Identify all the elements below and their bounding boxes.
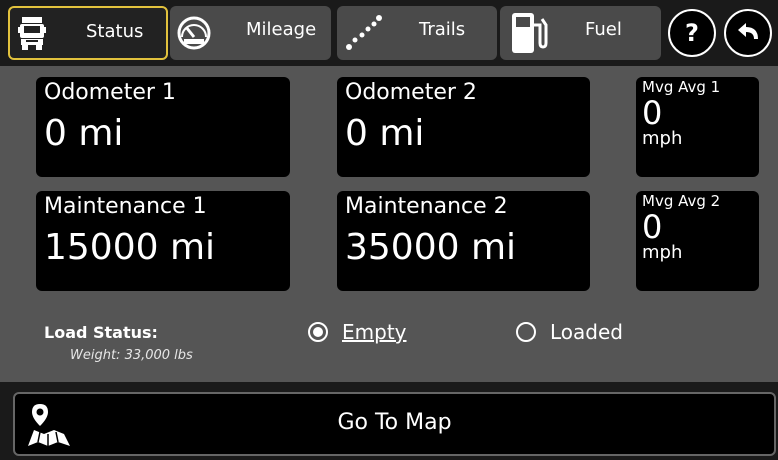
odometer-2-label: Odometer 2: [345, 80, 477, 105]
back-button[interactable]: [724, 9, 772, 57]
tab-bar: Status Mileage Trails Fuel ?: [0, 0, 778, 66]
back-arrow-icon: [738, 23, 758, 39]
radio-loaded-label[interactable]: Loaded: [550, 320, 623, 344]
radio-loaded[interactable]: Loaded: [516, 320, 623, 344]
tab-mileage-label: Mileage: [246, 19, 317, 40]
radio-loaded-indicator[interactable]: [516, 322, 536, 342]
moving-average-2-unit: mph: [642, 241, 683, 263]
odometer-1-label: Odometer 1: [44, 80, 176, 105]
moving-average-1-unit: mph: [642, 127, 683, 149]
help-button[interactable]: ?: [668, 9, 716, 57]
tab-trails-label: Trails: [419, 19, 466, 40]
maintenance-1-card: Maintenance 1 15000 mi: [36, 191, 290, 291]
go-to-map-button[interactable]: Go To Map: [13, 392, 776, 456]
fuel-pump-icon: [512, 13, 548, 53]
maintenance-1-value: 15000 mi: [44, 227, 216, 269]
radio-empty-indicator[interactable]: [308, 322, 328, 342]
odometer-1-card: Odometer 1 0 mi: [36, 77, 290, 177]
moving-average-2-value: 0: [642, 208, 663, 247]
odometer-1-value: 0 mi: [44, 113, 124, 155]
maintenance-2-card: Maintenance 2 35000 mi: [337, 191, 590, 291]
moving-average-1-card: Mvg Avg 1 0 mph: [636, 77, 759, 177]
moving-average-1-value: 0: [642, 94, 663, 133]
tab-fuel[interactable]: Fuel: [500, 6, 661, 60]
tab-trails[interactable]: Trails: [337, 6, 497, 60]
tab-status-label: Status: [86, 21, 144, 42]
help-icon: ?: [685, 19, 699, 47]
load-weight: Weight: 33,000 lbs: [70, 348, 193, 363]
tab-fuel-label: Fuel: [585, 19, 622, 40]
tab-mileage[interactable]: Mileage: [170, 6, 331, 60]
odometer-2-value: 0 mi: [345, 113, 425, 155]
tab-status[interactable]: Status: [8, 6, 168, 60]
radio-empty-label[interactable]: Empty: [342, 320, 407, 344]
maintenance-2-label: Maintenance 2: [345, 194, 508, 219]
trail-dots-icon: [346, 15, 382, 50]
radio-empty[interactable]: Empty: [308, 320, 407, 344]
speedometer-icon: [177, 16, 211, 50]
odometer-2-card: Odometer 2 0 mi: [337, 77, 590, 177]
moving-average-2-card: Mvg Avg 2 0 mph: [636, 191, 759, 291]
go-to-map-label: Go To Map: [337, 410, 452, 435]
maintenance-1-label: Maintenance 1: [44, 194, 207, 219]
load-status-title: Load Status:: [44, 323, 158, 342]
truck-icon: [18, 17, 46, 50]
maintenance-2-value: 35000 mi: [345, 227, 517, 269]
